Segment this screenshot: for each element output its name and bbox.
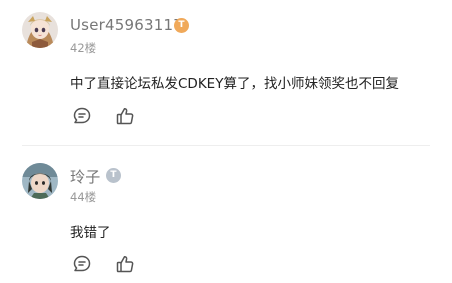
avatar[interactable]	[22, 12, 58, 48]
floor-number: 42楼	[70, 41, 97, 55]
comment-item: 玲子 T 44楼 我错了	[0, 145, 452, 283]
comment-bubble-icon[interactable]	[71, 253, 93, 275]
comment-text: 我错了	[70, 225, 111, 241]
thumbs-up-icon[interactable]	[114, 253, 136, 275]
comment-item: User45963117 T 42楼 中了直接论坛私发CDKEY算了，找小师妹领…	[0, 0, 452, 145]
comment-bubble-icon[interactable]	[71, 105, 93, 127]
user-level-badge-icon: T	[106, 168, 121, 183]
thumbs-up-icon[interactable]	[114, 105, 136, 127]
username[interactable]: 玲子	[70, 166, 100, 187]
comment-text: 中了直接论坛私发CDKEY算了，找小师妹领奖也不回复	[70, 76, 399, 92]
floor-number: 44楼	[70, 190, 97, 204]
user-level-badge-icon: T	[174, 18, 189, 33]
username[interactable]: User45963117	[70, 16, 183, 34]
avatar[interactable]	[22, 163, 58, 199]
